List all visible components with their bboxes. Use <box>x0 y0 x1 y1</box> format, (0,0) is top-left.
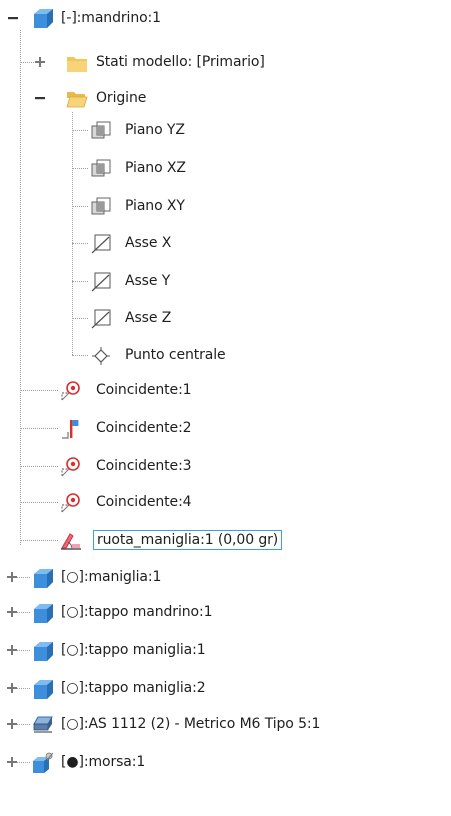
tree-node-coincidente-1[interactable]: Coincidente:1 <box>0 372 451 409</box>
tree-node-label: Coincidente:4 <box>96 494 192 510</box>
tree-node-mandrino[interactable]: [-]:mandrino:1 <box>0 0 451 37</box>
work-point-icon <box>90 345 112 367</box>
tree-node-label: [-]:mandrino:1 <box>61 10 161 26</box>
tree-node-label: [○]:tappo mandrino:1 <box>61 604 213 620</box>
tree-node-label: Piano YZ <box>125 122 185 138</box>
part-cube-icon <box>32 678 54 700</box>
work-axis-icon <box>90 271 112 293</box>
tree-node-label: Coincidente:1 <box>96 382 192 398</box>
tree-node-tappo-maniglia-2[interactable]: [○]:tappo maniglia:2 <box>0 670 451 707</box>
work-plane-icon <box>90 158 112 180</box>
collapse-icon[interactable] <box>34 92 46 104</box>
tree-node-label: Punto centrale <box>125 347 226 363</box>
tree-node-label: [○]:maniglia:1 <box>61 569 162 585</box>
folder-open-icon <box>66 88 88 110</box>
expand-icon[interactable] <box>6 756 18 768</box>
tree-node-asse-x[interactable]: Asse X <box>0 225 451 262</box>
tree-node-label: Stati modello: [Primario] <box>96 54 265 70</box>
expand-icon[interactable] <box>6 682 18 694</box>
part-cube-icon <box>32 640 54 662</box>
angle-constraint-icon <box>60 530 82 552</box>
tree-node-label: ruota_maniglia:1 (0,00 gr) <box>93 530 283 550</box>
tree-node-as-1112[interactable]: [○]:AS 1112 (2) - Metrico M6 Tipo 5:1 <box>0 706 451 743</box>
work-axis-icon <box>90 233 112 255</box>
coincident-constraint-icon <box>60 380 82 402</box>
tree-node-piano-yz[interactable]: Piano YZ <box>0 112 451 149</box>
tree-node-label: Asse Y <box>125 273 171 289</box>
tree-node-morsa-1[interactable]: [●]:morsa:1 <box>0 744 451 781</box>
expand-icon[interactable] <box>6 644 18 656</box>
tree-node-label: Coincidente:3 <box>96 458 192 474</box>
tree-node-label: Asse Z <box>125 310 172 326</box>
flush-constraint-icon <box>60 418 82 440</box>
tree-node-tappo-maniglia-1[interactable]: [○]:tappo maniglia:1 <box>0 632 451 669</box>
tree-node-punto-centrale[interactable]: Punto centrale <box>0 337 451 374</box>
work-plane-icon <box>90 120 112 142</box>
collapse-icon[interactable] <box>7 12 19 24</box>
coincident-constraint-icon <box>60 492 82 514</box>
tree-node-asse-z[interactable]: Asse Z <box>0 300 451 337</box>
part-cube-icon <box>32 567 54 589</box>
tree-node-label: Piano XZ <box>125 160 186 176</box>
work-axis-icon <box>90 308 112 330</box>
part-cube-icon <box>32 7 54 29</box>
tree-node-label: Piano XY <box>125 198 185 214</box>
tree-node-stati-modello[interactable]: Stati modello: [Primario] <box>0 44 451 81</box>
folder-icon <box>66 52 88 74</box>
tree-node-label: [○]:AS 1112 (2) - Metrico M6 Tipo 5:1 <box>61 716 321 732</box>
tree-node-coincidente-2[interactable]: Coincidente:2 <box>0 410 451 447</box>
tree-node-ruota-maniglia[interactable]: ruota_maniglia:1 (0,00 gr) <box>0 522 451 559</box>
assembly-part-icon <box>32 752 54 774</box>
tree-node-coincidente-4[interactable]: Coincidente:4 <box>0 484 451 521</box>
expand-icon[interactable] <box>6 571 18 583</box>
tree-node-label: Asse X <box>125 235 172 251</box>
expand-icon[interactable] <box>6 718 18 730</box>
tree-node-coincidente-3[interactable]: Coincidente:3 <box>0 448 451 485</box>
tree-node-maniglia-1[interactable]: [○]:maniglia:1 <box>0 559 451 596</box>
tree-node-label: Coincidente:2 <box>96 420 192 436</box>
part-cube-icon <box>32 602 54 624</box>
tree-node-asse-y[interactable]: Asse Y <box>0 263 451 300</box>
coincident-constraint-icon <box>60 456 82 478</box>
tree-node-piano-xy[interactable]: Piano XY <box>0 188 451 225</box>
tree-node-label: [○]:tappo maniglia:1 <box>61 642 206 658</box>
fastener-part-icon <box>32 714 54 736</box>
expand-icon[interactable] <box>34 56 46 68</box>
tree-node-piano-xz[interactable]: Piano XZ <box>0 150 451 187</box>
tree-node-label: Origine <box>96 90 147 106</box>
tree-node-tappo-mandrino-1[interactable]: [○]:tappo mandrino:1 <box>0 594 451 631</box>
expand-icon[interactable] <box>6 606 18 618</box>
tree-node-label: [○]:tappo maniglia:2 <box>61 680 206 696</box>
tree-node-label: [●]:morsa:1 <box>61 754 146 770</box>
work-plane-icon <box>90 196 112 218</box>
model-browser-tree: [-]:mandrino:1 Stati modello: [Primario]… <box>0 0 451 816</box>
